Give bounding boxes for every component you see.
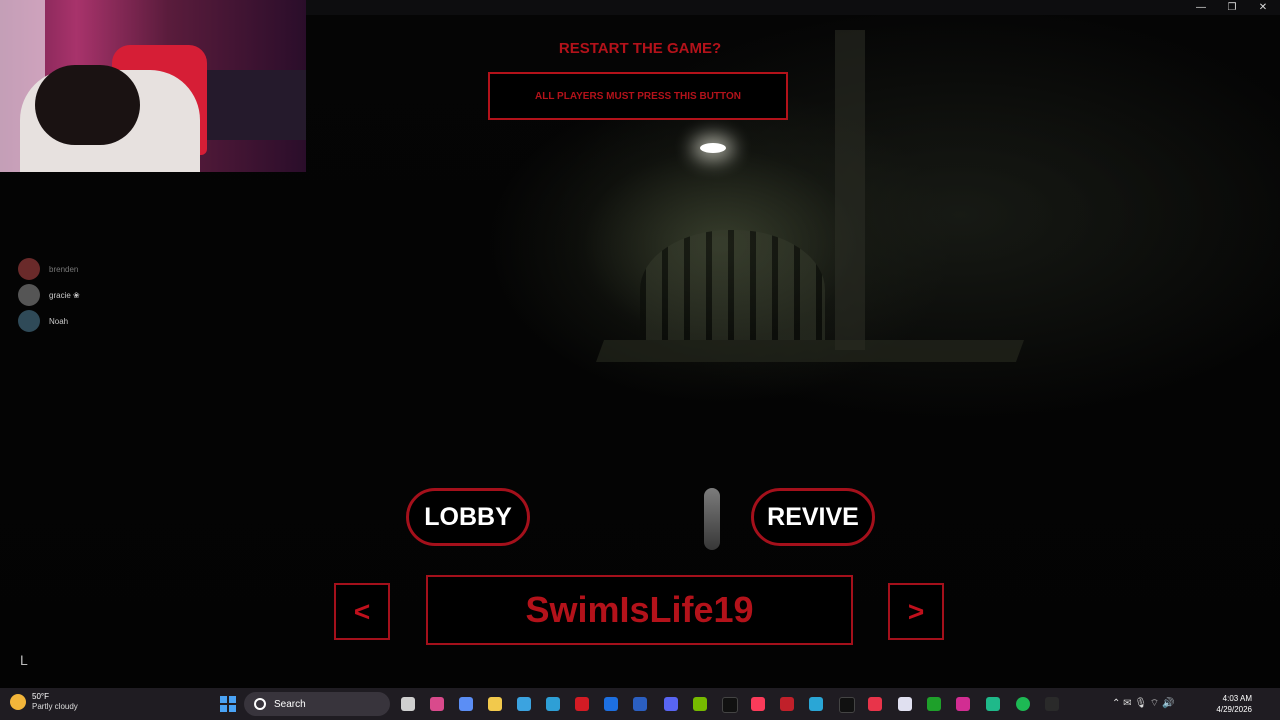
- webcam-bed: [200, 70, 306, 140]
- weather-icon: [10, 694, 26, 710]
- tiktok-icon[interactable]: [722, 697, 738, 713]
- player-name: brenden: [49, 264, 79, 274]
- webcam-person-hair: [35, 65, 140, 145]
- start-button[interactable]: [220, 696, 236, 712]
- restore-button[interactable]: ❐: [1217, 0, 1247, 15]
- next-player-button[interactable]: >: [888, 583, 944, 640]
- task-view-icon[interactable]: [401, 697, 415, 711]
- clock[interactable]: 4:03 AM 4/29/2026: [1212, 693, 1252, 715]
- red-app-icon[interactable]: [780, 697, 794, 711]
- window-titlebar: — ❐ ✕: [306, 0, 1280, 15]
- store-icon[interactable]: [517, 697, 531, 711]
- file-explorer-icon[interactable]: [488, 697, 502, 711]
- word-icon[interactable]: [633, 697, 647, 711]
- previous-player-button[interactable]: <: [334, 583, 390, 640]
- terminal-icon[interactable]: [1045, 697, 1059, 711]
- discord-icon[interactable]: [664, 697, 678, 711]
- iron-gate: [640, 230, 825, 340]
- player-name: gracie ❀: [49, 290, 80, 300]
- player-name: Noah: [49, 316, 69, 326]
- roblox-icon[interactable]: [898, 697, 912, 711]
- system-tray[interactable]: ⌃ ✉ 🎙 ⌔ 🔊: [1112, 697, 1174, 710]
- stone-ledge: [595, 340, 1025, 362]
- instagram-icon[interactable]: [430, 697, 444, 711]
- green-app-icon[interactable]: [986, 697, 1000, 711]
- taskbar-search[interactable]: Search: [244, 692, 390, 716]
- windows-logo-icon: [220, 696, 227, 703]
- search-icon: [254, 698, 266, 710]
- restart-title: RESTART THE GAME?: [558, 40, 722, 57]
- dropbox-icon[interactable]: [604, 697, 618, 711]
- player-avatar: [18, 284, 40, 306]
- cursor-glyph: L: [20, 652, 28, 668]
- copilot-icon[interactable]: [459, 697, 473, 711]
- player-item: gracie ❀: [18, 284, 80, 306]
- close-button[interactable]: ✕: [1248, 0, 1278, 15]
- player-item: brenden: [18, 258, 78, 280]
- player-avatar: [18, 258, 40, 280]
- taskbar: 50°F Partly cloudy Search ⌃ ✉ 🎙 ⌔ 🔊 4:03…: [0, 688, 1280, 720]
- restart-button[interactable]: ALL PLAYERS MUST PRESS THIS BUTTON: [488, 72, 788, 120]
- music-icon[interactable]: [751, 697, 765, 711]
- clock-date: 4/29/2026: [1216, 705, 1252, 714]
- streaming-app-icon[interactable]: [868, 697, 882, 711]
- spotify-icon[interactable]: [1016, 697, 1030, 711]
- blue-app-icon[interactable]: [809, 697, 823, 711]
- player-item: Noah: [18, 310, 68, 332]
- tiktok-studio-icon[interactable]: [839, 697, 855, 713]
- player-avatar: [18, 310, 40, 332]
- ceiling-lamp: [700, 143, 726, 153]
- weather-widget[interactable]: 50°F Partly cloudy: [10, 692, 78, 712]
- spectated-player-name: SwimIsLife19: [426, 575, 853, 645]
- xbox-icon[interactable]: [927, 697, 941, 711]
- pink-app-icon[interactable]: [956, 697, 970, 711]
- webcam-overlay: [0, 0, 306, 172]
- lobby-button[interactable]: LOBBY: [406, 488, 530, 546]
- stone-pillar: [835, 30, 865, 350]
- revive-button[interactable]: REVIVE: [751, 488, 875, 546]
- minimize-button[interactable]: —: [1186, 0, 1216, 15]
- mcafee-icon[interactable]: [575, 697, 589, 711]
- weather-desc: Partly cloudy: [32, 702, 78, 711]
- nvidia-icon[interactable]: [693, 697, 707, 711]
- edge-icon[interactable]: [546, 697, 560, 711]
- search-label: Search: [274, 698, 306, 710]
- clock-time: 4:03 AM: [1222, 694, 1252, 703]
- weather-temp: 50°F: [32, 692, 49, 701]
- ghost-figure: [704, 488, 720, 550]
